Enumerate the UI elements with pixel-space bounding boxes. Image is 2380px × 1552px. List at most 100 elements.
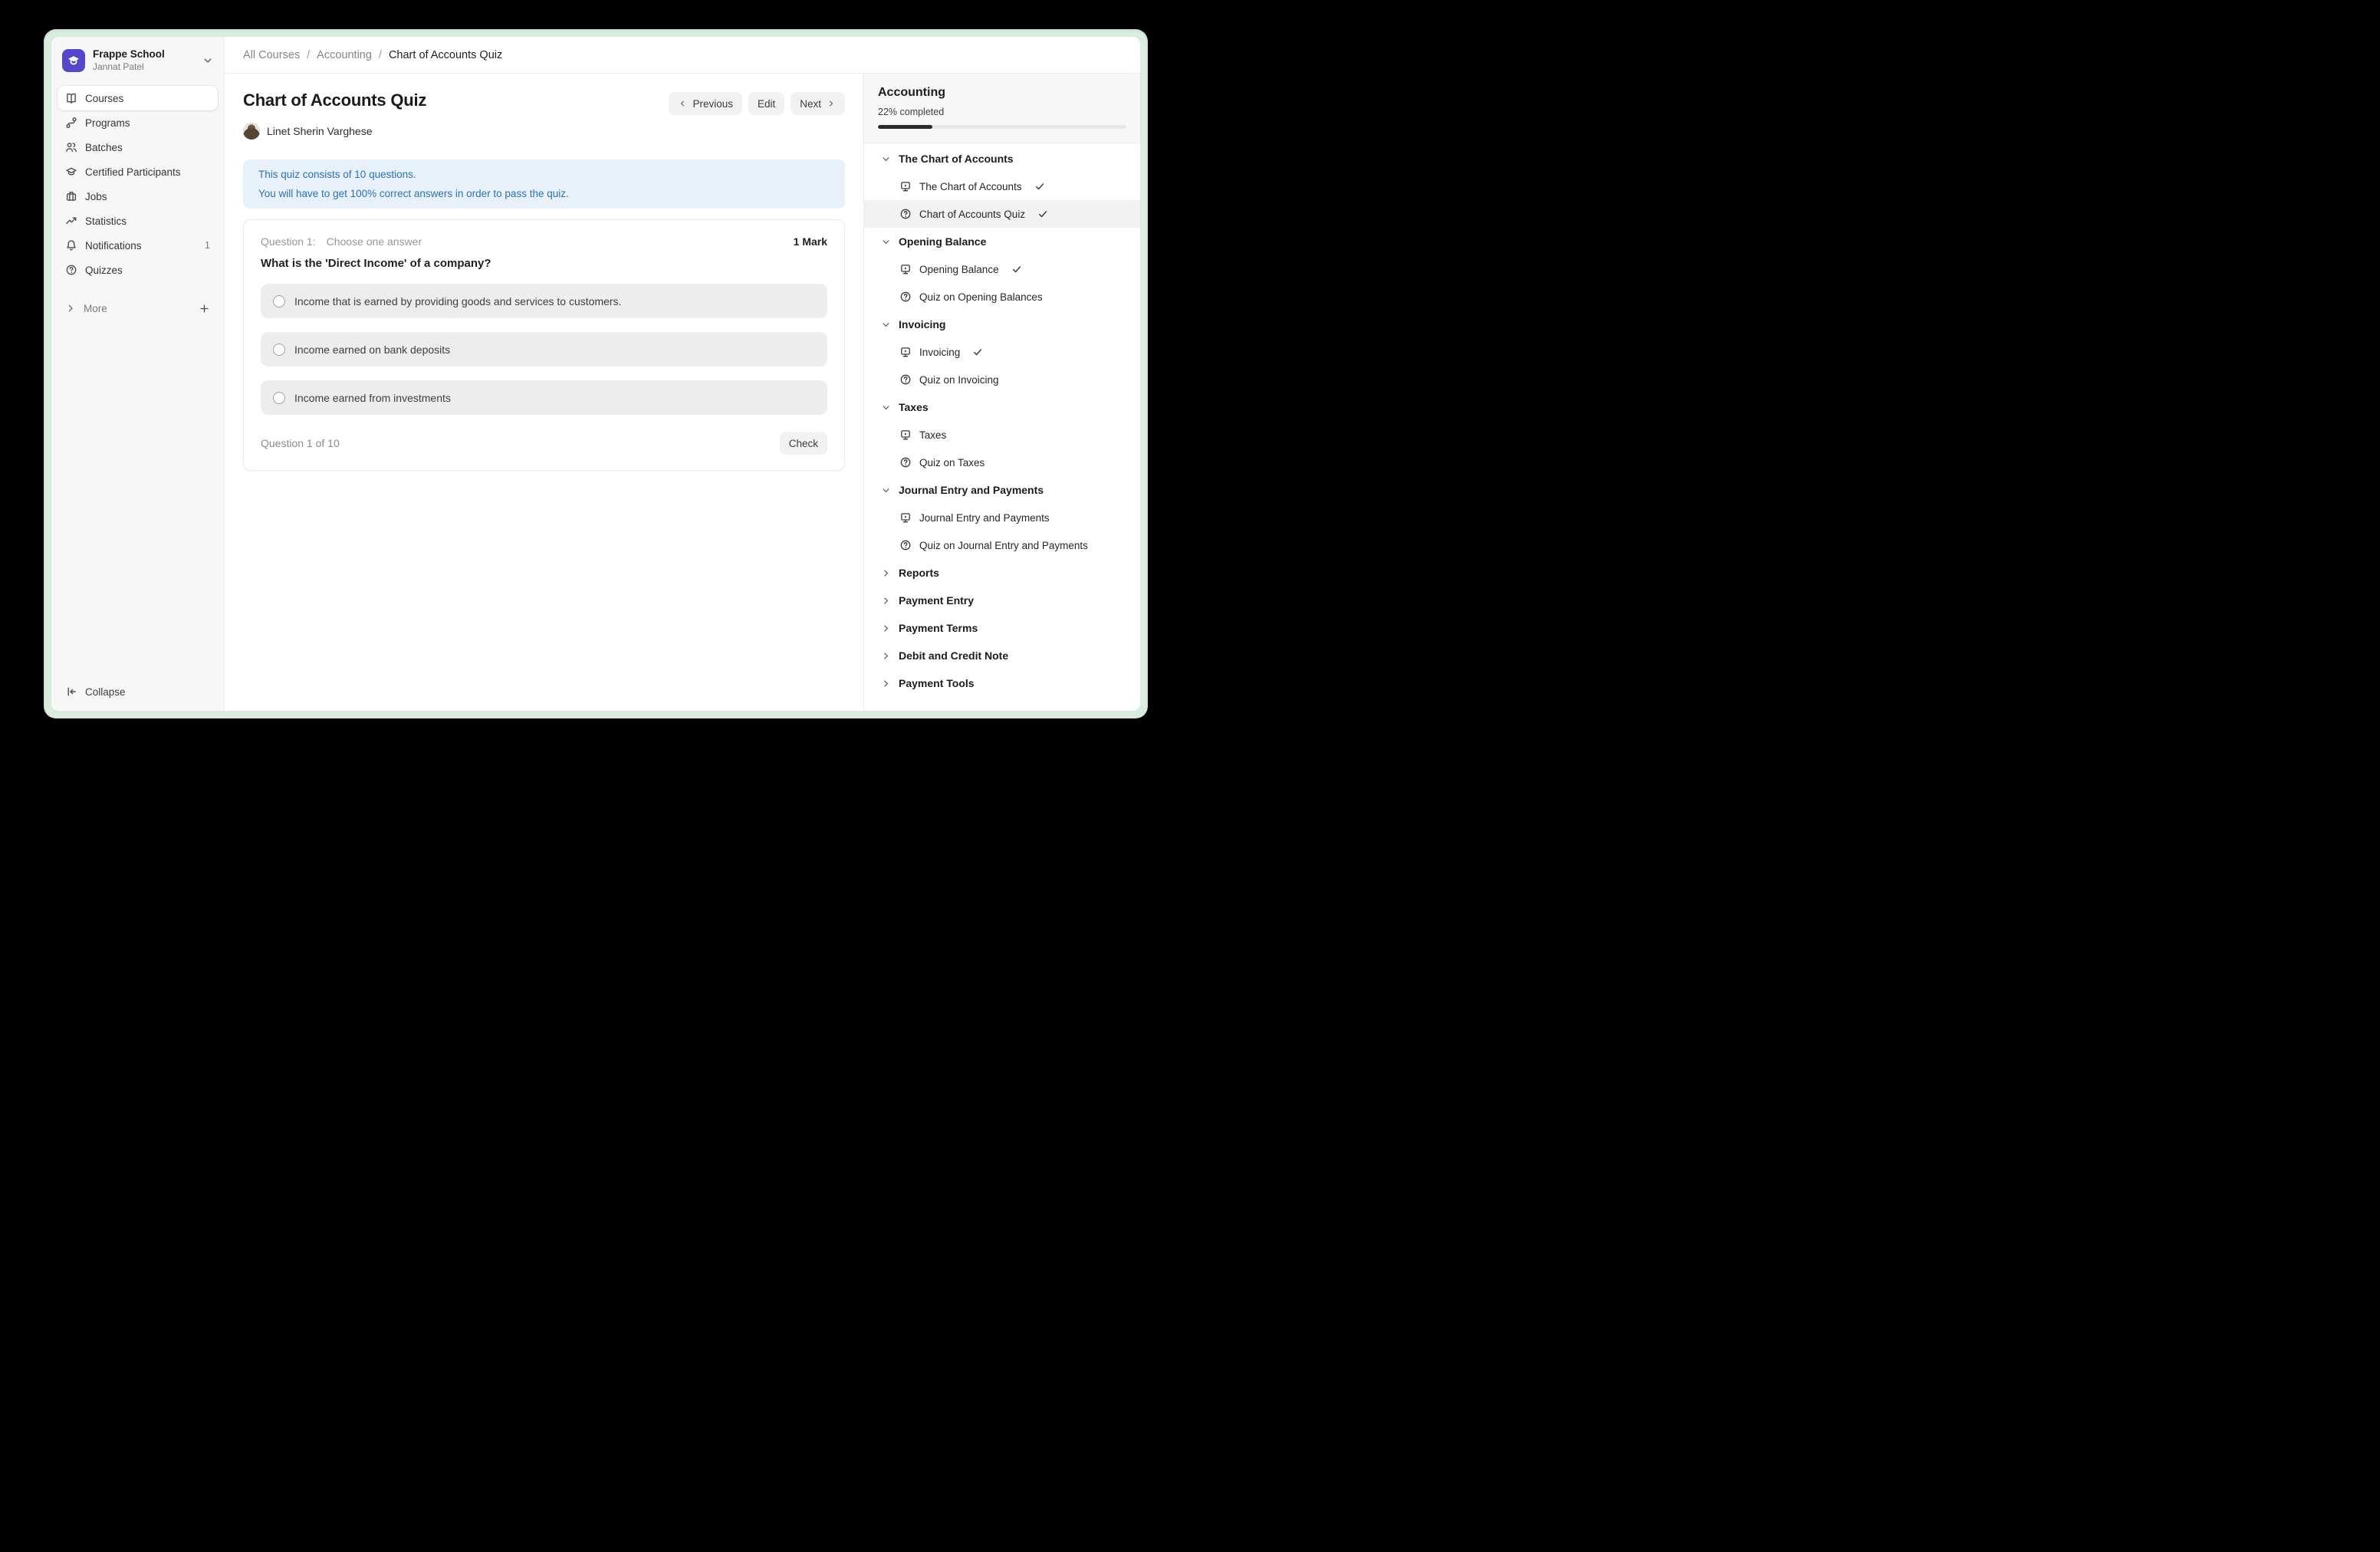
previous-button[interactable]: Previous xyxy=(669,92,742,115)
chevron-right-icon xyxy=(65,303,76,314)
frappe-school-logo xyxy=(62,49,85,72)
sidebar-item-label: Batches xyxy=(85,142,123,153)
sidebar-item-label: Quizzes xyxy=(85,265,123,276)
next-button[interactable]: Next xyxy=(791,92,845,115)
radio-button-icon[interactable] xyxy=(273,392,285,404)
add-button[interactable] xyxy=(199,303,210,314)
chapter-title: Opening Balance xyxy=(899,235,986,248)
answer-option-text: Income that is earned by providing goods… xyxy=(294,295,621,307)
outline-item-title: Quiz on Invoicing xyxy=(919,374,999,386)
chevron-down-icon xyxy=(881,485,891,495)
chapter-title: Taxes xyxy=(899,401,929,413)
sidebar-more-toggle[interactable]: More xyxy=(58,296,218,321)
sidebar-item-certified-participants[interactable]: Certified Participants xyxy=(58,159,218,184)
chapter-payment-terms[interactable]: Payment Terms xyxy=(864,614,1140,642)
breadcrumb-separator: / xyxy=(307,49,310,61)
outline-quiz-on-opening-balances[interactable]: Quiz on Opening Balances xyxy=(864,283,1140,311)
main-content: Chart of Accounts Quiz Previous Edit Nex… xyxy=(225,74,863,711)
progress-bar xyxy=(878,125,1126,129)
chapter-title: Payment Terms xyxy=(899,622,978,634)
page-title: Chart of Accounts Quiz xyxy=(243,90,426,110)
radio-button-icon[interactable] xyxy=(273,295,285,307)
sidebar-item-quizzes[interactable]: Quizzes xyxy=(58,258,218,282)
radio-button-icon[interactable] xyxy=(273,344,285,356)
outline-item-title: Quiz on Journal Entry and Payments xyxy=(919,540,1088,551)
sidebar-item-jobs[interactable]: Jobs xyxy=(58,184,218,209)
author-name: Linet Sherin Varghese xyxy=(267,125,373,137)
progress-fill xyxy=(878,125,932,129)
answer-option-3[interactable]: Income earned from investments xyxy=(261,380,827,415)
chapter-payment-tools[interactable]: Payment Tools xyxy=(864,669,1140,697)
quiz-icon xyxy=(899,373,912,386)
workspace-selector[interactable]: Frappe School Jannat Patel xyxy=(58,43,218,78)
sidebar-item-batches[interactable]: Batches xyxy=(58,135,218,159)
course-title: Accounting xyxy=(878,86,1126,100)
chevron-down-icon xyxy=(881,320,891,330)
breadcrumb-all-courses[interactable]: All Courses xyxy=(243,49,300,61)
edit-label: Edit xyxy=(758,98,775,110)
notice-line-1: This quiz consists of 10 questions. xyxy=(258,165,830,184)
author-row: Linet Sherin Varghese xyxy=(243,123,845,140)
chapter-the-chart-of-accounts[interactable]: The Chart of Accounts xyxy=(864,145,1140,173)
answer-options: Income that is earned by providing goods… xyxy=(261,284,827,415)
quiz-nav-buttons: Previous Edit Next xyxy=(669,92,845,115)
check-icon xyxy=(1034,181,1045,192)
answer-option-2[interactable]: Income earned on bank deposits xyxy=(261,332,827,367)
chapter-opening-balance[interactable]: Opening Balance xyxy=(864,228,1140,255)
collapse-sidebar-button[interactable]: Collapse xyxy=(58,680,218,703)
outline-item-title: The Chart of Accounts xyxy=(919,181,1022,192)
chevron-right-icon xyxy=(827,99,836,108)
chevron-right-icon xyxy=(881,568,891,578)
outline-lesson-invoicing[interactable]: Invoicing xyxy=(864,338,1140,366)
outline-item-title: Quiz on Taxes xyxy=(919,457,985,469)
outline-quiz-on-journal-entry-and-payments[interactable]: Quiz on Journal Entry and Payments xyxy=(864,531,1140,559)
edit-button[interactable]: Edit xyxy=(748,92,784,115)
outline-item-title: Opening Balance xyxy=(919,264,999,275)
workspace-name: Frappe School xyxy=(93,48,165,61)
answer-option-1[interactable]: Income that is earned by providing goods… xyxy=(261,284,827,318)
sidebar-spacer xyxy=(58,321,218,680)
sidebar-item-programs[interactable]: Programs xyxy=(58,110,218,135)
chapter-invoicing[interactable]: Invoicing xyxy=(864,311,1140,338)
question-meta: Question 1: Choose one answer 1 Mark xyxy=(261,235,827,248)
chevron-right-icon xyxy=(881,596,891,606)
breadcrumb-accounting[interactable]: Accounting xyxy=(317,49,372,61)
outline-quiz-chart-of-accounts-quiz[interactable]: Chart of Accounts Quiz xyxy=(864,200,1140,228)
sidebar-item-notifications[interactable]: Notifications 1 xyxy=(58,233,218,258)
chevron-down-icon[interactable] xyxy=(202,55,213,66)
outline-lesson-taxes[interactable]: Taxes xyxy=(864,421,1140,449)
video-lesson-icon xyxy=(899,263,912,275)
chapter-payment-entry[interactable]: Payment Entry xyxy=(864,587,1140,614)
answer-option-text: Income earned on bank deposits xyxy=(294,344,450,356)
chapter-taxes[interactable]: Taxes xyxy=(864,393,1140,421)
video-lesson-icon xyxy=(899,180,912,192)
outline-lesson-opening-balance[interactable]: Opening Balance xyxy=(864,255,1140,283)
quiz-icon xyxy=(899,539,912,551)
outline-quiz-on-taxes[interactable]: Quiz on Taxes xyxy=(864,449,1140,476)
graduation-cap-logo-icon xyxy=(67,54,81,67)
title-row: Chart of Accounts Quiz Previous Edit Nex… xyxy=(243,90,845,115)
chevron-down-icon xyxy=(881,403,891,413)
chapter-reports[interactable]: Reports xyxy=(864,559,1140,587)
trending-up-icon xyxy=(65,215,77,227)
book-open-icon xyxy=(65,92,77,104)
chapter-journal-entry-and-payments[interactable]: Journal Entry and Payments xyxy=(864,476,1140,504)
outline-item-title: Taxes xyxy=(919,429,946,441)
next-label: Next xyxy=(800,98,821,110)
workspace-text: Frappe School Jannat Patel xyxy=(93,48,165,73)
chapter-debit-and-credit-note[interactable]: Debit and Credit Note xyxy=(864,642,1140,669)
outline-quiz-on-invoicing[interactable]: Quiz on Invoicing xyxy=(864,366,1140,393)
chapter-title: Debit and Credit Note xyxy=(899,649,1008,662)
main-wrap: All Courses / Accounting / Chart of Acco… xyxy=(225,37,1140,711)
answer-option-text: Income earned from investments xyxy=(294,392,451,404)
outline-item-title: Chart of Accounts Quiz xyxy=(919,209,1025,220)
app-window: Frappe School Jannat Patel Courses Progr… xyxy=(44,29,1148,718)
chapter-title: Journal Entry and Payments xyxy=(899,484,1044,496)
sidebar-item-courses[interactable]: Courses xyxy=(58,86,218,110)
video-lesson-icon xyxy=(899,429,912,441)
sidebar-item-statistics[interactable]: Statistics xyxy=(58,209,218,233)
outline-lesson-the-chart-of-accounts[interactable]: The Chart of Accounts xyxy=(864,173,1140,200)
check-button[interactable]: Check xyxy=(780,432,827,455)
plus-icon xyxy=(199,303,210,314)
outline-lesson-journal-entry-and-payments[interactable]: Journal Entry and Payments xyxy=(864,504,1140,531)
